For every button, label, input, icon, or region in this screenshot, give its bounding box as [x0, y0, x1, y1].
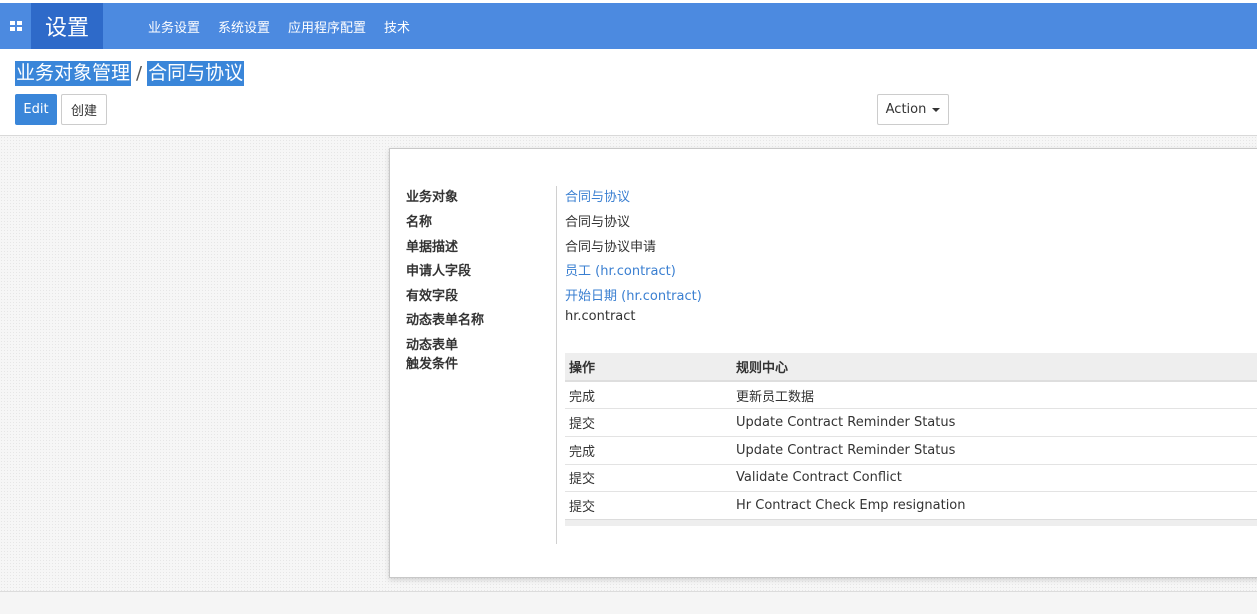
- breadcrumb-separator: /: [136, 62, 143, 84]
- label-business-object: 业务对象: [406, 190, 459, 205]
- label-dynamic-form-name: 动态表单名称: [406, 313, 485, 328]
- label-trigger-line1: 动态表单: [406, 338, 459, 353]
- label-trigger-line2: 触发条件: [406, 357, 459, 372]
- edit-button[interactable]: Edit: [15, 94, 57, 125]
- value-business-object-link[interactable]: 合同与协议: [565, 186, 630, 205]
- table-row[interactable]: 完成 更新员工数据: [565, 380, 1257, 409]
- breadcrumb: 业务对象管理 / 合同与协议: [15, 60, 245, 86]
- menu-item-app-config[interactable]: 应用程序配置: [279, 17, 375, 36]
- grid-icon: [9, 21, 22, 31]
- label-value-divider: [556, 186, 557, 544]
- menu-item-technical[interactable]: 技术: [375, 17, 419, 36]
- column-header-rule-center[interactable]: 规则中心: [732, 353, 1257, 382]
- app-title[interactable]: 设置: [31, 3, 103, 49]
- action-dropdown-button[interactable]: Action: [877, 94, 949, 125]
- create-button[interactable]: 创建: [61, 94, 107, 125]
- caret-down-icon: [932, 107, 941, 112]
- cell-operation: 提交: [565, 463, 732, 492]
- menu-item-system-settings[interactable]: 系统设置: [209, 17, 279, 36]
- cell-operation: 提交: [565, 408, 732, 437]
- table-row[interactable]: 提交 Validate Contract Conflict: [565, 463, 1257, 492]
- table-row[interactable]: 提交 Update Contract Reminder Status: [565, 408, 1257, 437]
- table-header-row: 操作 规则中心: [565, 353, 1257, 382]
- cell-operation: 完成: [565, 435, 732, 465]
- menu-item-business-settings[interactable]: 业务设置: [139, 17, 209, 36]
- cell-operation: 提交: [565, 491, 732, 520]
- breadcrumb-current: 合同与协议: [147, 60, 245, 86]
- value-effective-field-link[interactable]: 开始日期 (hr.contract): [565, 285, 702, 304]
- table-row[interactable]: 完成 Update Contract Reminder Status: [565, 435, 1257, 465]
- value-applicant-field-link[interactable]: 员工 (hr.contract): [565, 260, 676, 279]
- breadcrumb-parent-link[interactable]: 业务对象管理: [15, 60, 132, 86]
- value-document-description: 合同与协议申请: [565, 240, 657, 255]
- trigger-conditions-table: 操作 规则中心 完成 更新员工数据 提交 Update Contract Rem…: [565, 353, 1257, 527]
- value-dynamic-form-name: hr.contract: [565, 309, 636, 324]
- action-label: Action: [885, 102, 927, 117]
- main-menu: 业务设置 系统设置 应用程序配置 技术: [139, 3, 419, 49]
- label-applicant-field: 申请人字段: [406, 264, 472, 279]
- cell-rule: Hr Contract Check Emp resignation: [732, 491, 1257, 520]
- label-document-description: 单据描述: [406, 240, 459, 255]
- cell-rule: Update Contract Reminder Status: [732, 435, 1257, 465]
- cell-rule: Update Contract Reminder Status: [732, 408, 1257, 437]
- table-footer: [565, 518, 1257, 527]
- top-navbar: 设置 业务设置 系统设置 应用程序配置 技术: [0, 0, 1257, 49]
- label-effective-field: 有效字段: [406, 289, 459, 304]
- cell-operation: 完成: [565, 380, 732, 409]
- cell-rule: 更新员工数据: [732, 380, 1257, 409]
- label-name: 名称: [406, 215, 433, 230]
- apps-menu-button[interactable]: [0, 3, 31, 49]
- cell-rule: Validate Contract Conflict: [732, 463, 1257, 492]
- value-name: 合同与协议: [565, 215, 631, 230]
- table-row[interactable]: 提交 Hr Contract Check Emp resignation: [565, 491, 1257, 520]
- column-header-operation[interactable]: 操作: [565, 353, 732, 382]
- footer-strip: [0, 591, 1257, 614]
